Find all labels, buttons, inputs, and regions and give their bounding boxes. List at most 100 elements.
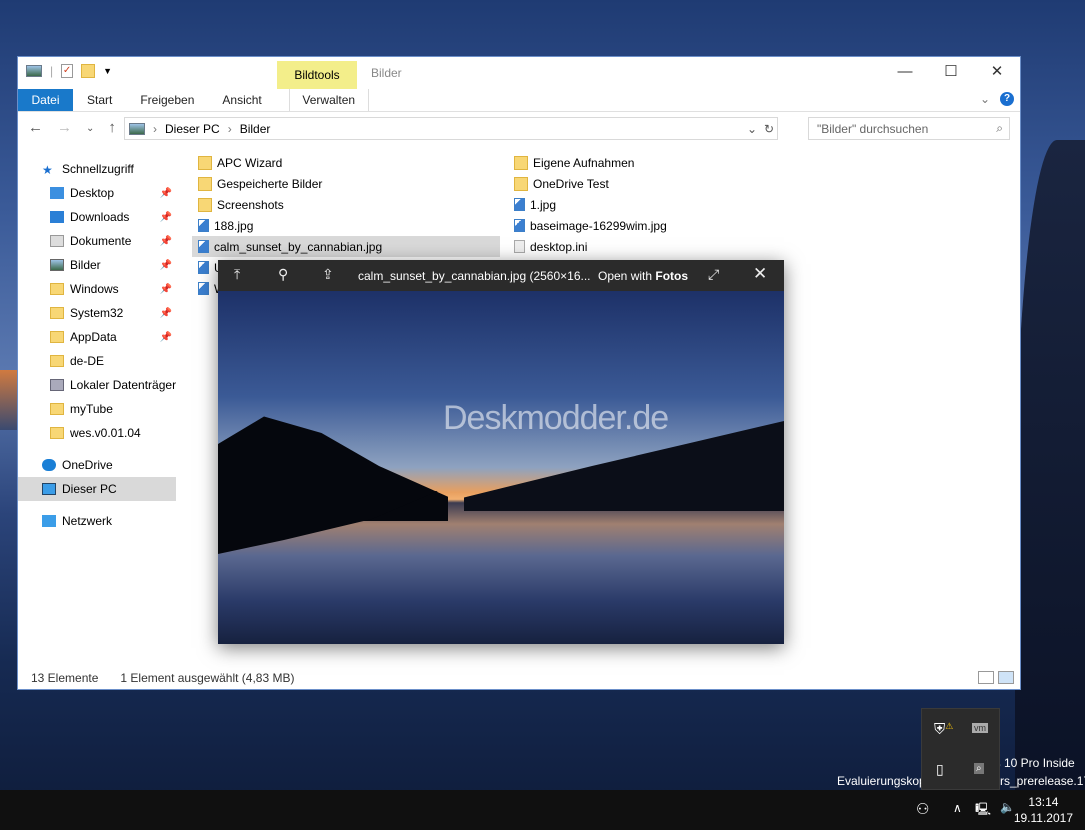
network-icon[interactable]: 🖳: [975, 800, 991, 821]
fullscreen-icon[interactable]: ⤢: [708, 266, 719, 283]
tab-freigeben[interactable]: Freigeben: [126, 89, 208, 111]
file-item[interactable]: baseimage-16299wim.jpg: [508, 215, 816, 236]
new-folder-icon[interactable]: [81, 64, 96, 78]
sidebar-item-label: System32: [70, 306, 124, 320]
file-item[interactable]: 188.jpg: [192, 215, 500, 236]
title-bar: | ✓ ▼ Bildtools Bilder — ☐ ✕: [18, 57, 1020, 89]
download-icon: [50, 211, 64, 223]
defender-warning-icon[interactable]: ⛨ ⚠: [934, 721, 953, 738]
open-with-button[interactable]: Open with Fotos: [598, 269, 688, 283]
sidebar-item-schnellzugriff[interactable]: ★ Schnellzugriff: [18, 157, 176, 181]
help-icon[interactable]: ?: [1000, 92, 1014, 106]
sidebar-item-dokumente[interactable]: Dokumente 📌: [18, 229, 176, 253]
pin-icon[interactable]: 📌: [160, 284, 172, 295]
share-icon[interactable]: ⇪: [322, 266, 334, 283]
file-item[interactable]: Eigene Aufnahmen: [508, 152, 816, 173]
ribbon-tabs: Datei Start Freigeben Ansicht Verwalten: [18, 89, 1020, 112]
file-item[interactable]: OneDrive Test: [508, 173, 816, 194]
close-button[interactable]: ✕: [974, 57, 1020, 87]
image-file-icon: [198, 261, 209, 274]
breadcrumb-dieser-pc[interactable]: Dieser PC: [165, 122, 220, 136]
expand-ribbon-icon[interactable]: ⌄: [980, 92, 990, 106]
folder-icon: [50, 283, 64, 295]
file-item[interactable]: 1.jpg: [508, 194, 816, 215]
pin-icon[interactable]: 📌: [160, 236, 172, 247]
vmware-icon[interactable]: vm: [972, 723, 988, 733]
folder-icon: [50, 331, 64, 343]
preview-title: calm_sunset_by_cannabian.jpg (2560×16...: [358, 268, 591, 283]
pin-icon[interactable]: 📌: [160, 212, 172, 223]
pin-icon[interactable]: 📌: [160, 188, 172, 199]
preview-image: Deskmodder.de: [218, 291, 784, 644]
pictures-icon: [129, 122, 145, 135]
up-icon[interactable]: ↑: [108, 119, 116, 139]
network-icon: [42, 515, 56, 527]
sidebar-item-bilder[interactable]: Bilder 📌: [18, 253, 176, 277]
file-name: Eigene Aufnahmen: [533, 155, 635, 170]
tab-verwalten[interactable]: Verwalten: [288, 89, 369, 111]
maximize-button[interactable]: ☐: [928, 57, 974, 87]
file-item[interactable]: calm_sunset_by_cannabian.jpg: [192, 236, 500, 257]
sidebar-item-label: Schnellzugriff: [62, 162, 134, 176]
minimize-button[interactable]: —: [882, 57, 928, 87]
customize-toolbar-icon[interactable]: ▼: [103, 66, 112, 76]
file-item[interactable]: Screenshots: [192, 194, 500, 215]
sidebar-item-dieser-pc[interactable]: Dieser PC: [18, 477, 176, 501]
pin-top-icon[interactable]: ⤒: [234, 266, 240, 283]
folder-icon: [50, 307, 64, 319]
tab-start[interactable]: Start: [73, 89, 126, 111]
sidebar-item-onedrive[interactable]: OneDrive: [18, 453, 176, 477]
chevron-down-icon[interactable]: ⌄: [747, 122, 757, 136]
search-input[interactable]: "Bilder" durchsuchen ⌕: [808, 117, 1010, 140]
clock[interactable]: 13:14 19.11.2017: [1014, 794, 1073, 826]
sidebar-item-label: OneDrive: [62, 458, 113, 472]
pin-icon[interactable]: 📌: [160, 260, 172, 271]
sidebar-item-windows[interactable]: Windows 📌: [18, 277, 176, 301]
recent-locations-icon[interactable]: ⌄: [86, 119, 94, 139]
folder-icon: [514, 176, 528, 191]
details-view-icon[interactable]: [978, 671, 994, 684]
sidebar-item-downloads[interactable]: Downloads 📌: [18, 205, 176, 229]
refresh-icon[interactable]: ↻: [764, 122, 774, 136]
forward-icon[interactable]: →: [57, 119, 72, 139]
tab-ansicht[interactable]: Ansicht: [208, 89, 275, 111]
sidebar-item-system32[interactable]: System32 📌: [18, 301, 176, 325]
folder-icon: [198, 197, 212, 212]
desktop-folder-icon: [50, 187, 64, 199]
sidebar-item-label: wes.v0.01.04: [70, 426, 141, 440]
file-item[interactable]: Gespeicherte Bilder: [192, 173, 500, 194]
pin-icon[interactable]: 📌: [160, 332, 172, 343]
usb-eject-icon[interactable]: ▯: [936, 761, 944, 778]
volume-icon[interactable]: 🔈: [1000, 800, 1015, 814]
file-item[interactable]: desktop.ini: [508, 236, 816, 257]
sidebar-item-wes-v0-01-04[interactable]: wes.v0.01.04: [18, 421, 176, 445]
sidebar-item-desktop[interactable]: Desktop 📌: [18, 181, 176, 205]
close-preview-icon[interactable]: ✕: [753, 264, 767, 284]
sidebar-item-mytube[interactable]: myTube: [18, 397, 176, 421]
file-name: desktop.ini: [530, 239, 588, 254]
large-icons-view-icon[interactable]: [998, 671, 1014, 684]
pin-icon[interactable]: ⚲: [278, 266, 288, 283]
file-item[interactable]: APC Wizard: [192, 152, 500, 173]
context-tab-header: Bildtools: [277, 61, 357, 89]
properties-icon[interactable]: ✓: [61, 64, 74, 78]
documents-icon: [50, 235, 64, 247]
sidebar-item-appdata[interactable]: AppData 📌: [18, 325, 176, 349]
file-name: 188.jpg: [214, 218, 254, 233]
settings-file-icon: [514, 240, 525, 253]
tray-overflow-popup: ⛨ ⚠ vm ▯ ⌕: [921, 708, 1000, 790]
people-icon[interactable]: ⚇: [916, 800, 929, 818]
tab-datei[interactable]: Datei: [18, 89, 73, 111]
pin-icon[interactable]: 📌: [160, 308, 172, 319]
search-app-icon[interactable]: ⌕: [974, 763, 984, 774]
sidebar-item-netzwerk[interactable]: Netzwerk: [18, 509, 176, 533]
sidebar-item-label: Lokaler Datenträger: [70, 378, 176, 392]
sidebar-item-de-de[interactable]: de-DE: [18, 349, 176, 373]
address-bar[interactable]: › Dieser PC › Bilder ⌄ ↻: [124, 117, 778, 140]
breadcrumb-bilder[interactable]: Bilder: [240, 122, 271, 136]
navigation-pane: ★ Schnellzugriff Desktop 📌 Downloads 📌 Dokumen…: [18, 157, 176, 667]
open-with-app: Fotos: [655, 268, 689, 283]
show-hidden-icons-icon[interactable]: ∧: [953, 801, 962, 815]
back-icon[interactable]: ←: [28, 119, 43, 139]
sidebar-item-lokaler-datentr-ger[interactable]: Lokaler Datenträger: [18, 373, 176, 397]
